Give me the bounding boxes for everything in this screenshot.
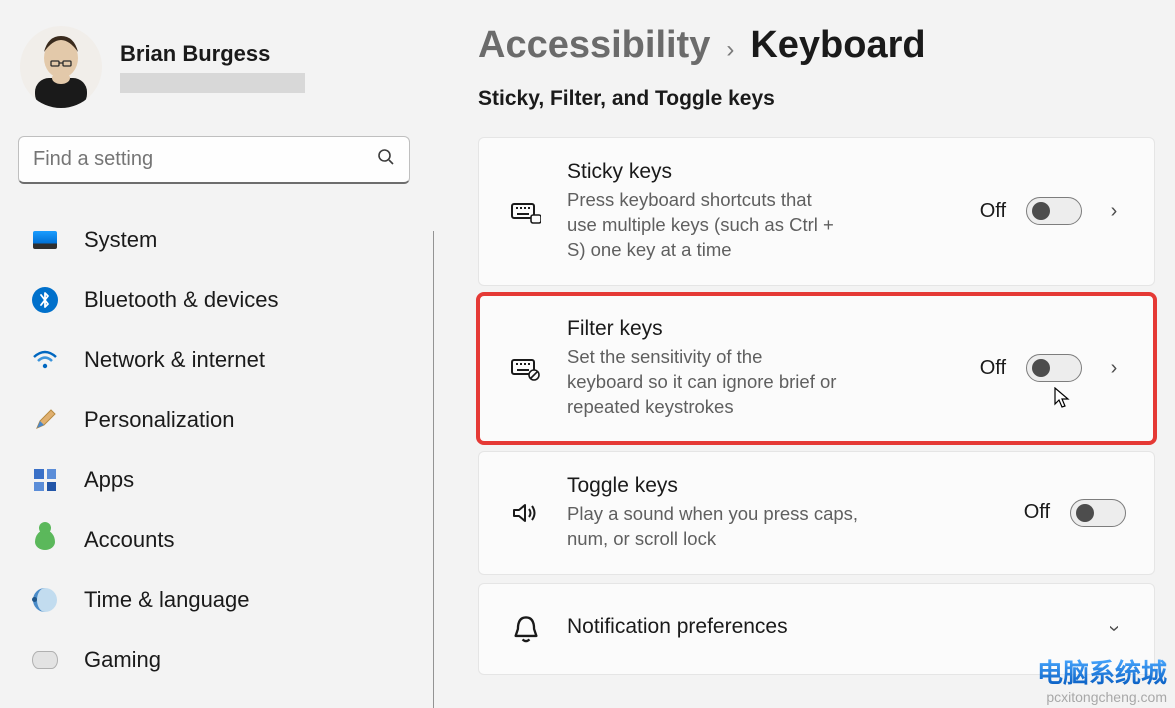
nav-label: Personalization [84,407,234,433]
keyboard-filter-icon [511,353,541,383]
sidebar-item-accounts[interactable]: Accounts [14,510,398,570]
card-title: Notification preferences [567,615,1102,639]
nav-label: Time & language [84,587,250,613]
chevron-right-icon: › [726,36,734,64]
nav-label: Network & internet [84,347,265,373]
watermark: 电脑系统城 pcxitongcheng.com [1037,658,1167,706]
search-input[interactable] [33,148,377,171]
nav-label: Bluetooth & devices [84,287,278,313]
monitor-icon [32,227,58,253]
sidebar-item-gaming[interactable]: Gaming [14,630,398,690]
keyboard-icon [511,196,541,226]
watermark-text-url: pcxitongcheng.com [1046,689,1167,705]
person-icon [32,527,58,553]
sidebar-item-time-language[interactable]: Time & language [14,570,398,630]
card-title: Filter keys [567,317,837,341]
card-subtitle: Play a sound when you press caps, num, o… [567,502,867,552]
nav-label: Gaming [84,647,161,673]
card-subtitle: Press keyboard shortcuts that use multip… [567,188,837,263]
cursor-icon [1054,387,1070,409]
card-title: Toggle keys [567,474,867,498]
wifi-icon [32,347,58,373]
card-sticky-keys[interactable]: Sticky keys Press keyboard shortcuts tha… [478,137,1155,286]
bluetooth-icon [32,287,58,313]
account-name: Brian Burgess [120,41,305,67]
globe-clock-icon [32,587,58,613]
sidebar-item-apps[interactable]: Apps [14,450,398,510]
section-title: Sticky, Filter, and Toggle keys [478,87,1155,111]
search-box[interactable] [18,136,410,184]
settings-sidebar: Brian Burgess System Bluetooth & devices… [0,0,434,708]
sidebar-item-network[interactable]: Network & internet [14,330,398,390]
card-toggle-keys[interactable]: Toggle keys Play a sound when you press … [478,451,1155,575]
breadcrumb-parent[interactable]: Accessibility [478,24,710,67]
apps-grid-icon [32,467,58,493]
avatar [20,26,102,108]
settings-card-list: Sticky keys Press keyboard shortcuts tha… [478,137,1155,683]
toggle-state-label: Off [980,357,1006,380]
card-filter-keys[interactable]: Filter keys Set the sensitivity of the k… [478,294,1155,443]
sidebar-item-personalization[interactable]: Personalization [14,390,398,450]
speaker-icon [511,498,541,528]
nav-label: Apps [84,467,134,493]
nav-label: Accounts [84,527,175,553]
sidebar-item-bluetooth[interactable]: Bluetooth & devices [14,270,398,330]
sidebar-item-system[interactable]: System [14,210,398,270]
paintbrush-icon [32,407,58,433]
nav-label: System [84,227,157,253]
gamepad-icon [32,647,58,673]
watermark-text-cn: 电脑系统城 [1037,658,1167,689]
toggle-keys-toggle[interactable] [1070,499,1126,527]
breadcrumb: Accessibility › Keyboard [478,24,1155,67]
sticky-keys-toggle[interactable] [1026,197,1082,225]
search-icon [377,148,395,171]
toggle-state-label: Off [1024,501,1050,524]
chevron-right-icon[interactable]: › [1102,357,1126,380]
chevron-right-icon[interactable]: › [1102,200,1126,223]
account-email-redacted [120,73,305,93]
filter-keys-toggle[interactable] [1026,354,1082,382]
bell-icon [511,614,541,644]
breadcrumb-current: Keyboard [750,24,925,67]
card-title: Sticky keys [567,160,837,184]
card-subtitle: Set the sensitivity of the keyboard so i… [567,345,837,420]
toggle-state-label: Off [980,200,1006,223]
main-panel: Accessibility › Keyboard Sticky, Filter,… [434,0,1175,708]
nav-list: System Bluetooth & devices Network & int… [14,210,434,690]
chevron-down-icon[interactable]: › [1103,617,1126,641]
account-block[interactable]: Brian Burgess [14,16,434,136]
